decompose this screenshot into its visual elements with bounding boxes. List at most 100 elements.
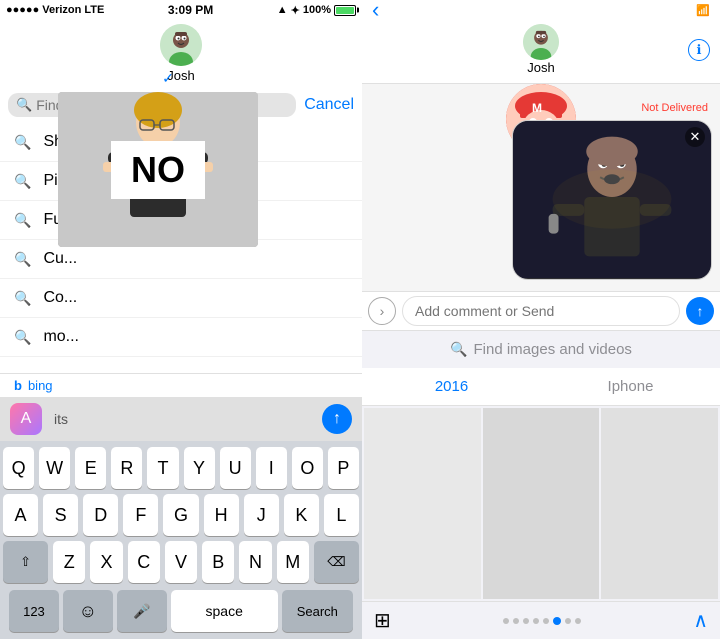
no-image-popup: NO (58, 92, 258, 247)
key-t[interactable]: T (147, 447, 178, 489)
suggestion-text: Co... (43, 289, 77, 307)
svg-text:M: M (532, 101, 542, 115)
key-c[interactable]: C (128, 541, 160, 583)
dot-6-active (553, 617, 561, 625)
carrier-info: ●●●●● Verizon LTE (6, 4, 104, 16)
reply-row: › ↑ (362, 291, 720, 330)
key-a[interactable]: A (3, 494, 38, 536)
dot-3 (523, 618, 529, 624)
bing-icon: b (14, 378, 22, 393)
dot-8 (575, 618, 581, 624)
comment-input[interactable] (402, 296, 680, 326)
battery-fill (336, 7, 354, 14)
send-up-button[interactable]: ↑ (686, 297, 714, 325)
comedian-svg (513, 120, 711, 279)
battery-icon (334, 5, 356, 16)
info-button[interactable]: ℹ (688, 39, 710, 61)
right-panel: ‹ 📶 Josh ℹ (362, 0, 720, 639)
key-y[interactable]: Y (184, 447, 215, 489)
bottom-toolbar: ⊞ ∧ (362, 601, 720, 639)
key-w[interactable]: W (39, 447, 70, 489)
keyboard-row-3: ⇧ Z X C V B N M ⌫ (3, 541, 359, 583)
find-images-bar[interactable]: 🔍 Find images and videos (362, 330, 720, 368)
key-k[interactable]: K (284, 494, 319, 536)
chevron-down-icon[interactable]: ✓ (162, 70, 174, 87)
key-q[interactable]: Q (3, 447, 34, 489)
delete-key[interactable]: ⌫ (314, 541, 359, 583)
key-p[interactable]: P (328, 447, 359, 489)
chat-area: M Not Delivered (362, 84, 720, 291)
send-button[interactable]: ↑ (322, 404, 352, 434)
key-s[interactable]: S (43, 494, 78, 536)
thumbnail-grid (362, 406, 720, 601)
tab-2016[interactable]: 2016 (362, 368, 541, 405)
space-key[interactable]: space (171, 590, 278, 632)
cancel-button[interactable]: Cancel (304, 96, 354, 114)
carrier-label: Verizon (42, 4, 81, 16)
key-o[interactable]: O (292, 447, 323, 489)
key-d[interactable]: D (83, 494, 118, 536)
close-button[interactable]: ✕ (685, 127, 705, 147)
contact-name-right: Josh (527, 60, 554, 75)
category-tabs: 2016 Iphone (362, 368, 720, 406)
appstore-icon: A (10, 403, 42, 435)
key-n[interactable]: N (239, 541, 271, 583)
shift-key[interactable]: ⇧ (3, 541, 48, 583)
key-r[interactable]: R (111, 447, 142, 489)
contact-header-left: Josh (0, 20, 362, 89)
appstore-symbol: A (21, 410, 32, 428)
search-icon: 🔍 (14, 251, 31, 268)
avatar[interactable] (160, 24, 202, 66)
time-label: 3:09 PM (168, 3, 213, 17)
dot-1 (503, 618, 509, 624)
keyboard: Q W E R T Y U I O P A S D F G H J K L ⇧ … (0, 441, 362, 639)
battery-percent: 100% (303, 4, 331, 16)
grid-icon[interactable]: ⊞ (374, 608, 391, 633)
key-x[interactable]: X (90, 541, 122, 583)
key-u[interactable]: U (220, 447, 251, 489)
emoji-key[interactable]: ☺ (63, 590, 113, 632)
right-contact-info: Josh (402, 24, 680, 75)
location-icon: ▲ (277, 4, 288, 16)
search-icon-left: 🔍 (16, 97, 32, 113)
comedian-image (513, 121, 711, 279)
contact-header-right: Josh ℹ (362, 20, 720, 84)
search-key[interactable]: Search (282, 590, 353, 632)
mic-key[interactable]: 🎤 (117, 590, 167, 632)
key-h[interactable]: H (204, 494, 239, 536)
key-l[interactable]: L (324, 494, 359, 536)
bing-label: bing (28, 378, 53, 393)
search-icon: 🔍 (14, 212, 31, 229)
key-f[interactable]: F (123, 494, 158, 536)
key-g[interactable]: G (163, 494, 198, 536)
key-e[interactable]: E (75, 447, 106, 489)
numbers-key[interactable]: 123 (9, 590, 59, 632)
key-v[interactable]: V (165, 541, 197, 583)
status-bar-left: ●●●●● Verizon LTE 3:09 PM ▲ ✦ 100% (0, 0, 362, 20)
key-j[interactable]: J (244, 494, 279, 536)
find-images-label: Find images and videos (474, 341, 632, 358)
key-b[interactable]: B (202, 541, 234, 583)
search-icon: 🔍 (14, 329, 31, 346)
page-dots (503, 617, 581, 625)
appstore-text: its (54, 411, 68, 427)
appstore-bar: A its ↑ (0, 397, 362, 441)
thumb-cell-1[interactable] (364, 408, 481, 599)
avatar-right[interactable] (523, 24, 559, 60)
tab-iphone[interactable]: Iphone (541, 368, 720, 405)
key-i[interactable]: I (256, 447, 287, 489)
dot-5 (543, 618, 549, 624)
thumb-cell-3[interactable] (601, 408, 718, 599)
bing-bar[interactable]: b bing (0, 373, 362, 397)
dot-7 (565, 618, 571, 624)
key-m[interactable]: M (277, 541, 309, 583)
list-item[interactable]: 🔍 mo... (0, 318, 362, 357)
expand-button[interactable]: › (368, 297, 396, 325)
dot-2 (513, 618, 519, 624)
list-item[interactable]: 🔍 Co... (0, 279, 362, 318)
thumb-cell-2[interactable] (483, 408, 600, 599)
avatar-svg (160, 24, 202, 66)
key-z[interactable]: Z (53, 541, 85, 583)
keyboard-row-1: Q W E R T Y U I O P (3, 447, 359, 489)
chevron-up-button[interactable]: ∧ (693, 608, 708, 633)
